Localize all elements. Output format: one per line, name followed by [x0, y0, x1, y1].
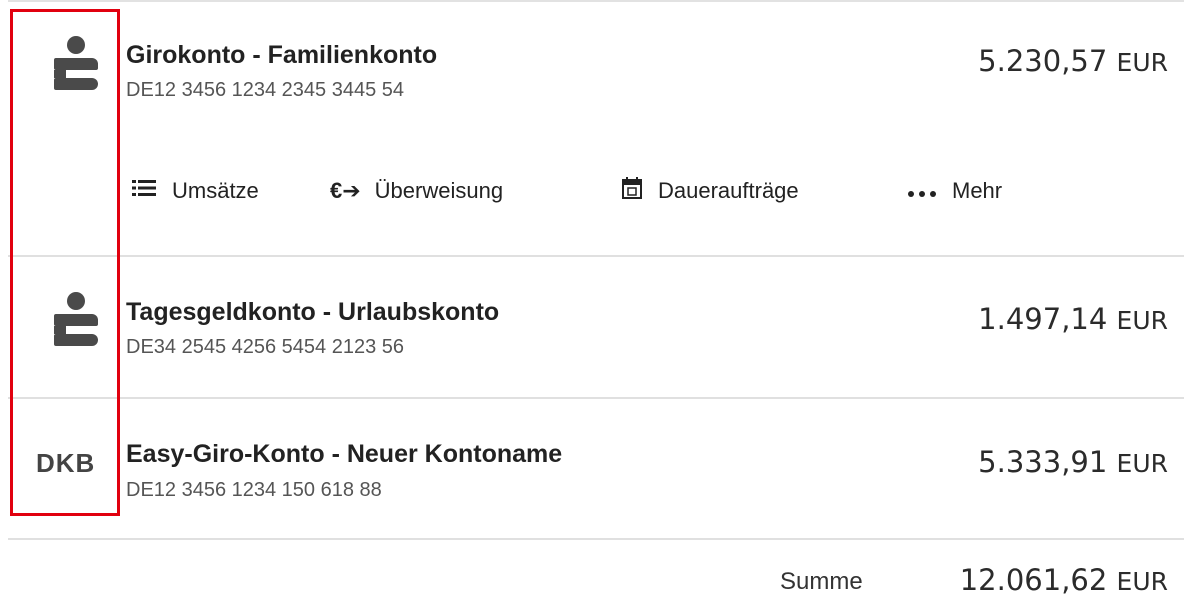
action-umsaetze[interactable]: Umsätze	[132, 176, 259, 206]
action-label: Überweisung	[374, 178, 504, 203]
top-divider	[8, 0, 1184, 2]
account-name[interactable]: Tagesgeldkonto - Urlaubskonto	[126, 298, 499, 327]
account-iban: DE12 3456 1234 2345 3445 54	[126, 79, 405, 101]
dkb-logo-icon: DKB	[36, 448, 96, 478]
list-icon	[132, 178, 156, 204]
action-label: Umsätze	[172, 178, 259, 203]
account-currency: EUR	[1116, 449, 1168, 478]
account-balance: 1.497,14 EUR	[978, 302, 1168, 336]
action-ueberweisung[interactable]: €➔ Überweisung	[330, 176, 503, 206]
action-dauerauftraege[interactable]: Daueraufträge	[622, 176, 799, 206]
sum-amount: 12.061,62 EUR	[960, 563, 1168, 597]
action-mehr[interactable]: Mehr	[908, 176, 1002, 206]
action-label: Mehr	[952, 178, 1003, 203]
account-balance-value: 5.230,57	[978, 44, 1108, 78]
sparkasse-logo-icon	[54, 36, 98, 96]
row-divider	[8, 397, 1184, 399]
account-balance: 5.333,91 EUR	[978, 445, 1168, 479]
account-iban: DE34 2545 4256 5454 2123 56	[126, 336, 405, 358]
row-divider	[8, 538, 1184, 540]
sum-currency: EUR	[1116, 567, 1168, 596]
row-divider	[8, 255, 1184, 257]
account-balance-value: 5.333,91	[978, 445, 1108, 479]
more-dots-icon	[908, 178, 936, 204]
account-currency: EUR	[1116, 48, 1168, 77]
account-balance: 5.230,57 EUR	[978, 44, 1168, 78]
account-balance-value: 1.497,14	[978, 302, 1108, 336]
action-label: Daueraufträge	[658, 178, 799, 203]
account-currency: EUR	[1116, 306, 1168, 335]
calendar-icon	[622, 177, 642, 205]
sum-value: 12.061,62	[959, 563, 1108, 597]
sparkasse-logo-icon	[54, 292, 98, 352]
sum-label: Summe	[780, 568, 863, 595]
account-name[interactable]: Easy-Giro-Konto - Neuer Kontoname	[126, 440, 562, 469]
account-iban: DE12 3456 1234 150 618 88	[126, 479, 382, 501]
account-name[interactable]: Girokonto - Familienkonto	[126, 41, 437, 70]
euro-transfer-icon: €➔	[330, 178, 361, 203]
